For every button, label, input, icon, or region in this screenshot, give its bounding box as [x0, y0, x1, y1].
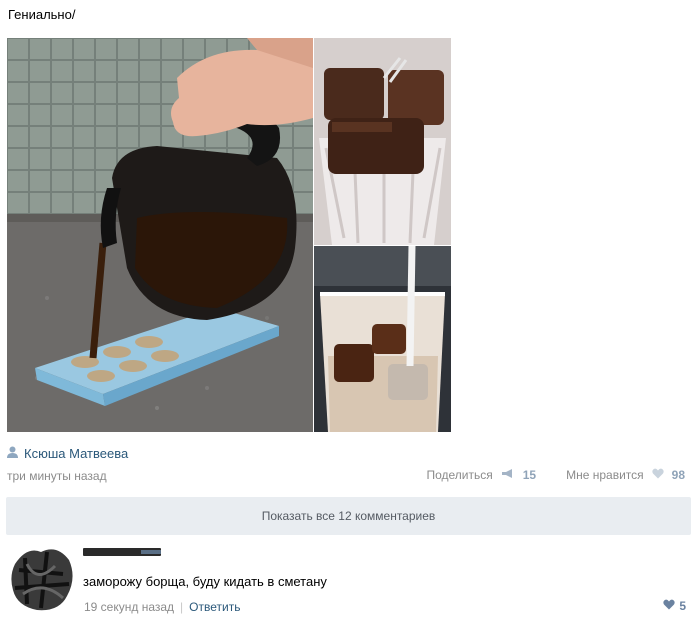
- like-count: 98: [671, 468, 685, 482]
- comment-time[interactable]: 19 секунд назад: [84, 600, 174, 614]
- avatar-image: [7, 544, 75, 612]
- share-count: 15: [522, 468, 537, 482]
- post-photo-coffee-cubes[interactable]: [314, 38, 451, 245]
- megaphone-icon[interactable]: [501, 468, 515, 482]
- show-all-comments-label: Показать все 12 комментариев: [261, 509, 436, 523]
- share-button[interactable]: Поделиться: [426, 468, 492, 482]
- comment-like-button[interactable]: 5: [663, 599, 686, 613]
- post-text: Гениально/: [8, 7, 76, 22]
- comment-avatar[interactable]: [7, 544, 75, 612]
- reply-link[interactable]: Ответить: [189, 600, 240, 614]
- heart-icon[interactable]: [651, 468, 664, 482]
- heart-icon: [663, 599, 675, 613]
- author-name[interactable]: Ксюша Матвеева: [24, 446, 128, 461]
- comment-meta: 19 секунд назад | Ответить: [84, 600, 240, 614]
- author-row[interactable]: Ксюша Матвеева: [7, 446, 128, 461]
- milk-pour-image: [314, 246, 451, 432]
- coffee-pour-image: [7, 38, 313, 432]
- user-icon: [7, 446, 18, 461]
- like-button[interactable]: Мне нравится: [566, 468, 644, 482]
- coffee-cubes-image: [314, 38, 451, 245]
- post-photo-milk-pour[interactable]: [314, 246, 451, 432]
- comment-like-count: 5: [679, 599, 686, 613]
- comment-text: заморожу борща, буду кидать в сметану: [83, 574, 327, 589]
- post-actions: Поделиться 15 Мне нравится 98: [426, 468, 685, 482]
- show-all-comments-button[interactable]: Показать все 12 комментариев: [6, 497, 691, 535]
- post-photo-main[interactable]: [7, 38, 313, 432]
- comment-author-name-redacted[interactable]: [83, 548, 161, 556]
- post-time[interactable]: три минуты назад: [7, 469, 107, 483]
- meta-separator: |: [180, 600, 184, 614]
